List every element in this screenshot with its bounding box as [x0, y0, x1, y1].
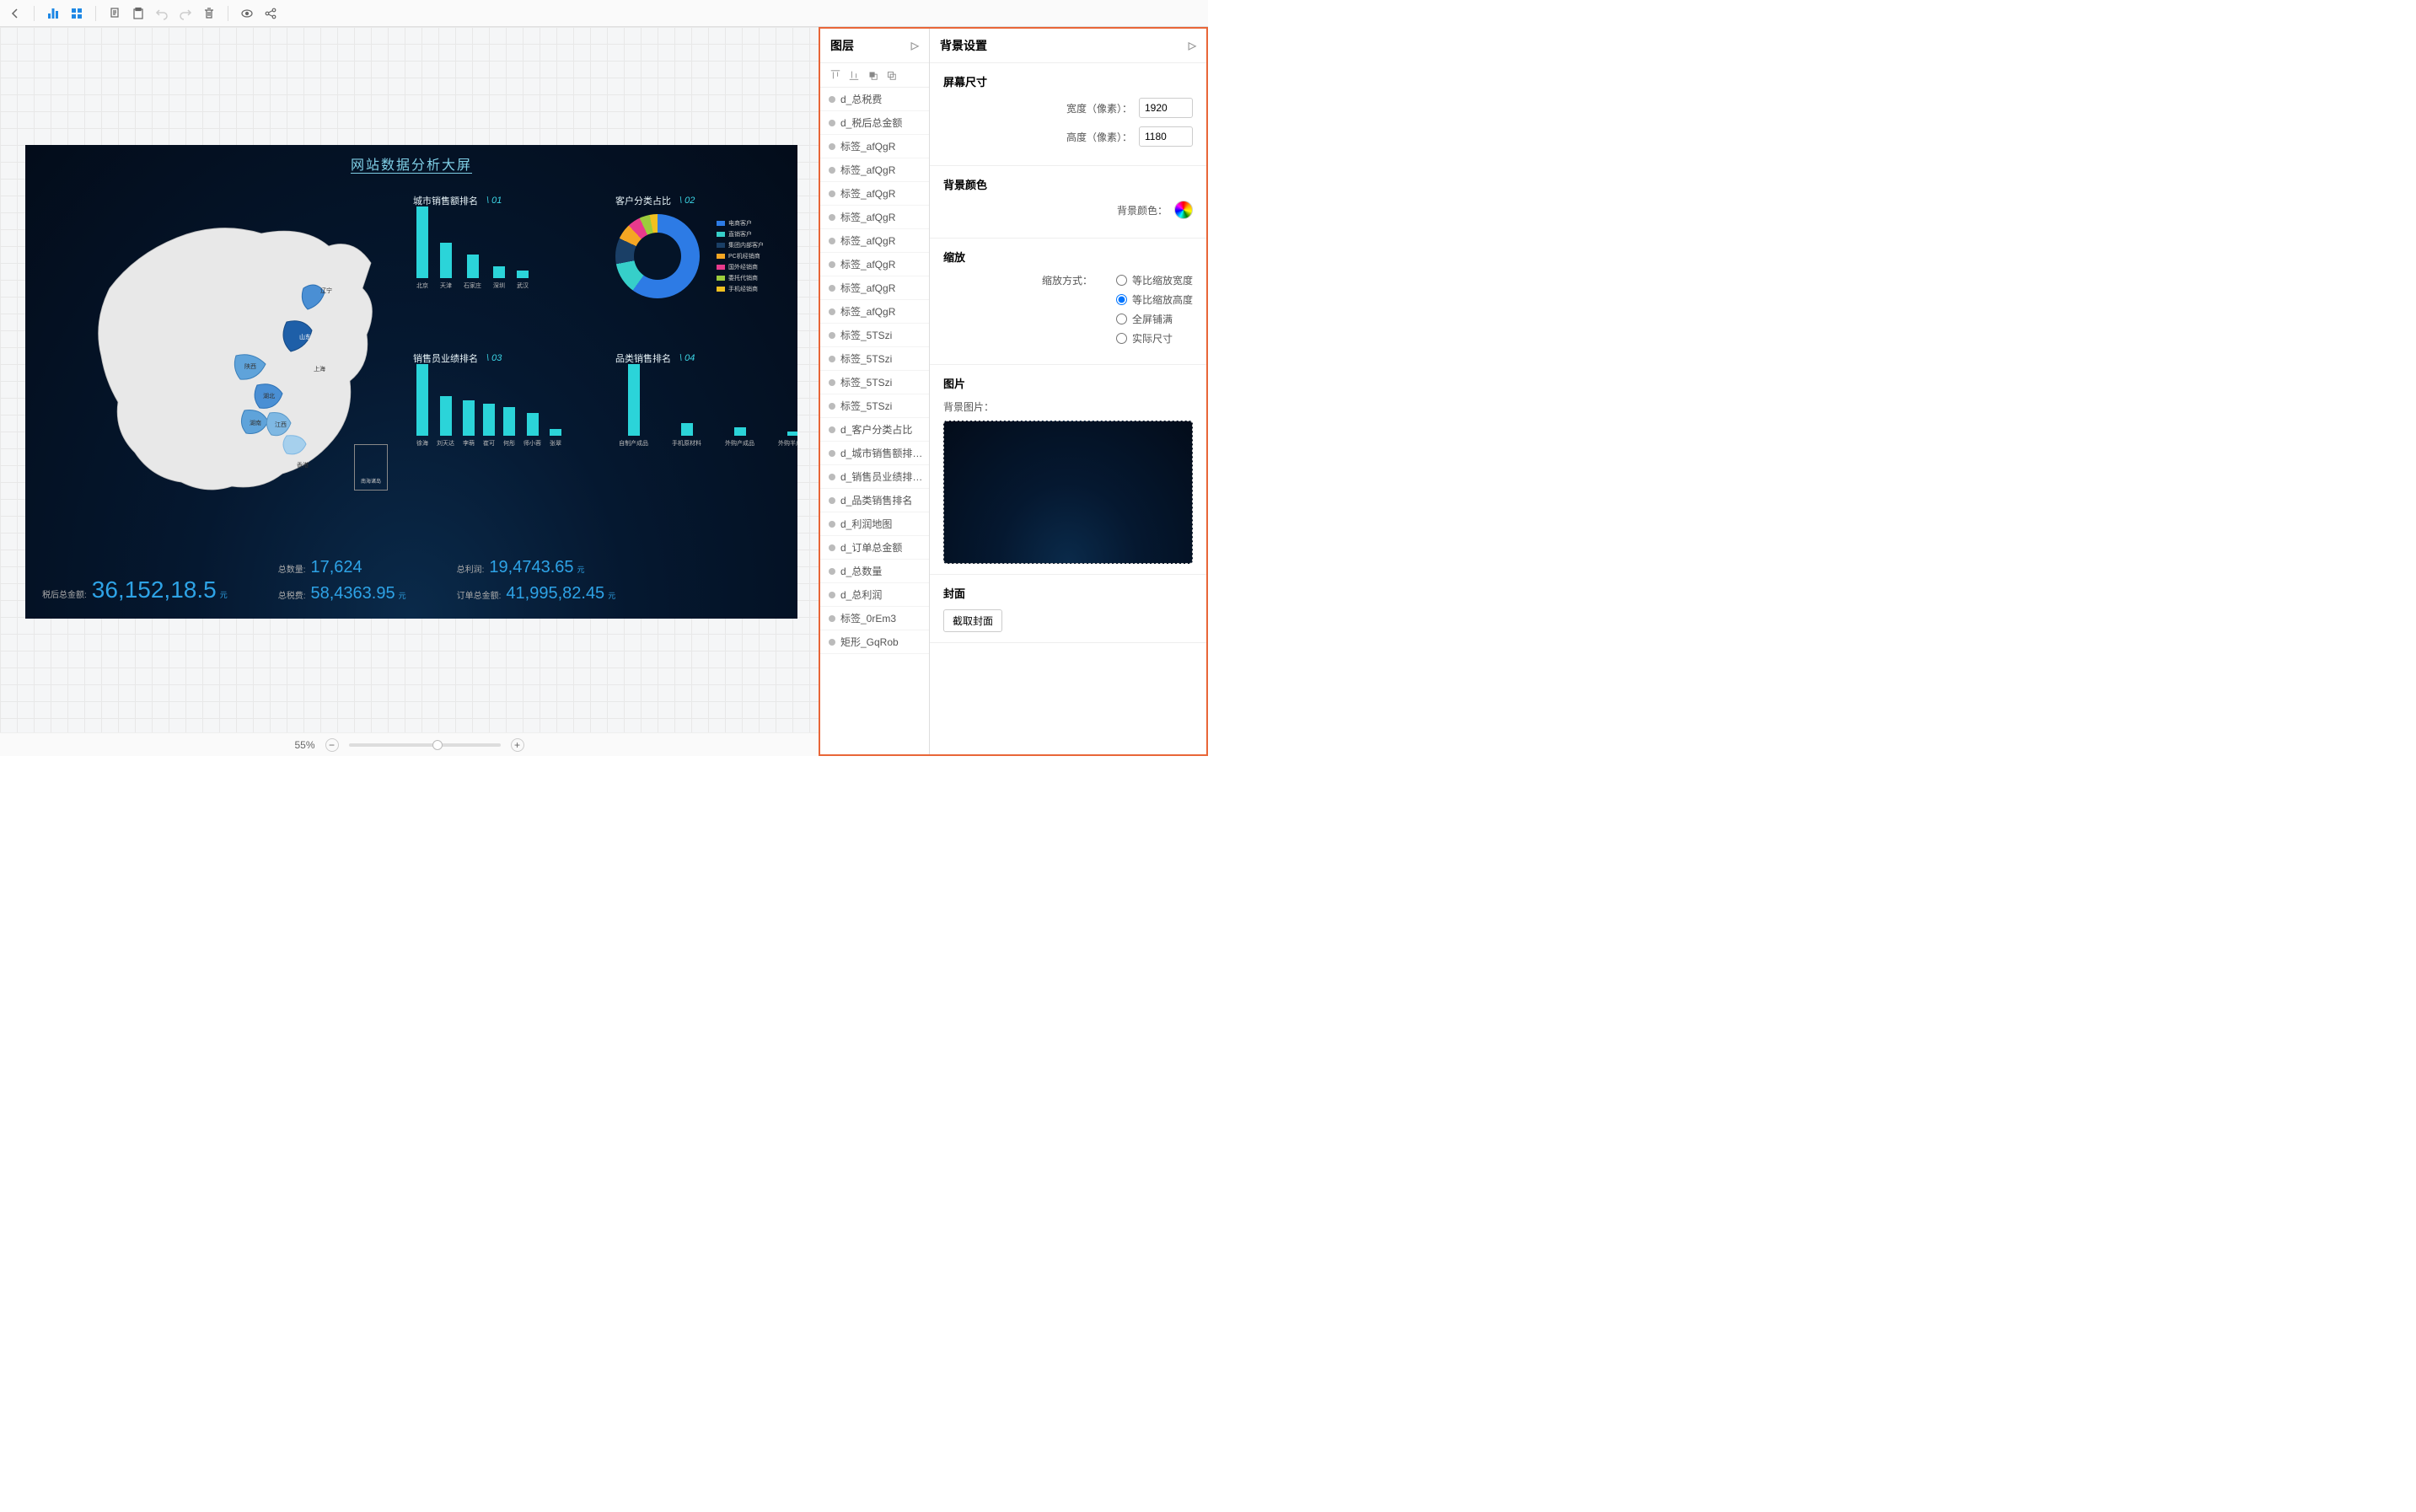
- svg-text:陕西: 陕西: [244, 362, 256, 370]
- align-bottom-icon[interactable]: [847, 68, 861, 82]
- svg-text:湖南: 湖南: [250, 419, 261, 426]
- zoom-value: 55%: [294, 739, 314, 751]
- layer-item[interactable]: d_总税费: [820, 88, 929, 111]
- zoom-mode-option[interactable]: 实际尺寸: [1116, 331, 1173, 346]
- preview-icon[interactable]: [239, 5, 255, 22]
- properties-panel: 背景设置 ▷ 屏幕尺寸 宽度（像素）： 高度（像素）： 背景颜色 背景颜色: [930, 29, 1206, 754]
- south-sea-inset: 南海诸岛: [354, 444, 388, 491]
- paste-icon[interactable]: [130, 5, 147, 22]
- separator: [95, 6, 96, 21]
- bg-image-label: 背景图片：: [943, 399, 1193, 414]
- section-screen-size: 屏幕尺寸 宽度（像素）： 高度（像素）：: [930, 63, 1206, 166]
- align-top-icon[interactable]: [829, 68, 842, 82]
- section-bg-color: 背景颜色 背景颜色：: [930, 166, 1206, 239]
- width-input[interactable]: [1139, 98, 1193, 118]
- back-button[interactable]: [7, 5, 24, 22]
- layer-item[interactable]: d_城市销售额排…: [820, 442, 929, 465]
- china-map: 辽宁 山东 陕西 湖北 湖南 江西 上海 香港 南海诸岛: [67, 187, 405, 507]
- layer-toolbar: [820, 63, 929, 88]
- layer-item[interactable]: 标签_afQgR: [820, 158, 929, 182]
- dashboard-title: 网站数据分析大屏: [25, 145, 797, 179]
- section-cover: 封面 截取封面: [930, 575, 1206, 643]
- width-label: 宽度（像素）：: [1066, 101, 1132, 115]
- share-icon[interactable]: [262, 5, 279, 22]
- bg-image-thumbnail[interactable]: [943, 421, 1193, 564]
- section-image: 图片 背景图片：: [930, 365, 1206, 575]
- layer-item[interactable]: 标签_afQgR: [820, 206, 929, 229]
- bring-front-icon[interactable]: [866, 68, 879, 82]
- layer-item[interactable]: 标签_0rEm3: [820, 607, 929, 630]
- layer-item[interactable]: d_销售员业绩排…: [820, 465, 929, 489]
- metric: 总税费:58,4363.95元: [278, 584, 406, 603]
- metric: 总数量:17,624: [278, 558, 406, 577]
- layer-list: d_总税费d_税后总金额标签_afQgR标签_afQgR标签_afQgR标签_a…: [820, 88, 929, 754]
- svg-text:辽宁: 辽宁: [320, 287, 332, 294]
- height-input[interactable]: [1139, 126, 1193, 147]
- layer-item[interactable]: 标签_5TSzi: [820, 371, 929, 394]
- zoom-mode-option[interactable]: 等比缩放宽度: [1116, 273, 1193, 287]
- props-title: 背景设置: [940, 37, 987, 54]
- copy-icon[interactable]: [106, 5, 123, 22]
- layers-panel: 图层 ▷ d_总税费d_税后总金额标签_afQgR标签_afQgR标签_afQg…: [820, 29, 930, 754]
- layer-item[interactable]: 矩形_GqRob: [820, 630, 929, 654]
- svg-text:香港: 香港: [297, 461, 309, 469]
- delete-icon[interactable]: [201, 5, 217, 22]
- zoom-mode-label: 缩放方式：: [1042, 273, 1093, 287]
- separator: [34, 6, 35, 21]
- layer-item[interactable]: 标签_afQgR: [820, 135, 929, 158]
- layer-item[interactable]: d_品类销售排名: [820, 489, 929, 512]
- zoom-slider[interactable]: [349, 743, 501, 747]
- svg-text:江西: 江西: [275, 421, 287, 428]
- layer-item[interactable]: 标签_afQgR: [820, 182, 929, 206]
- zoom-in-button[interactable]: +: [511, 738, 524, 752]
- metric: 总利润:19,4743.65元: [457, 558, 616, 577]
- send-back-icon[interactable]: [884, 68, 898, 82]
- layer-item[interactable]: 标签_5TSzi: [820, 324, 929, 347]
- layer-item[interactable]: 标签_5TSzi: [820, 347, 929, 371]
- metrics-row: 税后总金额:36,152,18.5元 总数量:17,624 总税费:58,4363…: [42, 558, 615, 603]
- zoom-mode-option[interactable]: 全屏铺满: [1116, 312, 1173, 326]
- chart-customer-class: 客户分类占比\ 02 电商客户直销客户集团内部客户PC机经销商国外经销商委托代销…: [615, 194, 792, 298]
- layer-item[interactable]: d_订单总金额: [820, 536, 929, 560]
- grid-view-icon[interactable]: [68, 5, 85, 22]
- layer-item[interactable]: d_客户分类占比: [820, 418, 929, 442]
- layers-title: 图层: [830, 37, 854, 54]
- svg-text:上海: 上海: [314, 365, 325, 373]
- chart-category-sales: 品类销售排名\ 04 自制产成品手机原材料外购产成品外购半成品: [615, 351, 784, 448]
- dashboard-preview[interactable]: 网站数据分析大屏 辽宁 山东 陕西 湖北: [25, 145, 797, 619]
- layer-item[interactable]: d_总数量: [820, 560, 929, 583]
- metric: 订单总金额:41,995,82.45元: [457, 584, 616, 603]
- zoom-bar: 55% − +: [0, 732, 819, 756]
- collapse-layers-icon[interactable]: ▷: [911, 40, 919, 51]
- zoom-out-button[interactable]: −: [325, 738, 339, 752]
- metric: 税后总金额:36,152,18.5元: [42, 576, 228, 603]
- chart-view-icon[interactable]: [45, 5, 62, 22]
- canvas-area[interactable]: 网站数据分析大屏 辽宁 山东 陕西 湖北: [0, 27, 819, 756]
- chart-city-sales: 城市销售额排名\ 01 北京天津石家庄深圳武汉: [413, 194, 582, 290]
- chart-salesperson: 销售员业绩排名\ 03 徐海刘天达李萌崔可何彤师小蓉张翠: [413, 351, 599, 448]
- layer-item[interactable]: 标签_afQgR: [820, 300, 929, 324]
- layer-item[interactable]: d_总利润: [820, 583, 929, 607]
- redo-icon[interactable]: [177, 5, 194, 22]
- bgcolor-picker[interactable]: [1174, 201, 1193, 219]
- undo-icon[interactable]: [153, 5, 170, 22]
- layer-item[interactable]: 标签_5TSzi: [820, 394, 929, 418]
- layer-item[interactable]: 标签_afQgR: [820, 276, 929, 300]
- height-label: 高度（像素）：: [1066, 130, 1132, 144]
- collapse-props-icon[interactable]: ▷: [1189, 40, 1196, 51]
- layer-item[interactable]: 标签_afQgR: [820, 253, 929, 276]
- layer-item[interactable]: d_利润地图: [820, 512, 929, 536]
- zoom-mode-option[interactable]: 等比缩放高度: [1116, 292, 1193, 307]
- layer-item[interactable]: 标签_afQgR: [820, 229, 929, 253]
- top-toolbar: [0, 0, 1208, 27]
- svg-text:山东: 山东: [299, 333, 311, 340]
- layer-item[interactable]: d_税后总金额: [820, 111, 929, 135]
- svg-text:湖北: 湖北: [263, 392, 275, 399]
- bgcolor-label: 背景颜色：: [1117, 203, 1168, 217]
- section-zoom: 缩放 缩放方式： 等比缩放宽度 等比缩放高度 全屏铺满 实际尺寸: [930, 239, 1206, 365]
- capture-cover-button[interactable]: 截取封面: [943, 609, 1002, 632]
